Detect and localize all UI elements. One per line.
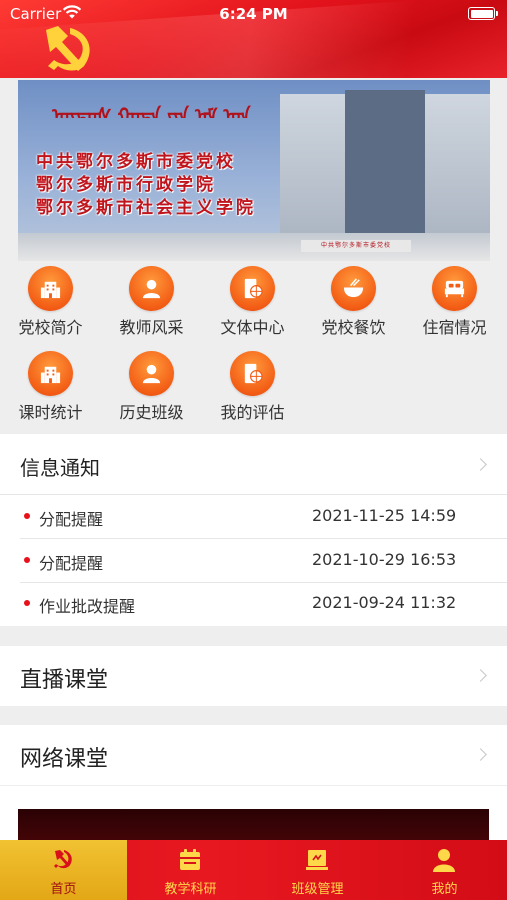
menu-item-label: 住宿情况	[422, 318, 487, 337]
bowl-icon	[331, 266, 376, 311]
info-notice-card: 信息通知 分配提醒 2021-11-25 14:59 分配提醒 2021-10-…	[0, 434, 507, 626]
menu-item-label: 党校餐饮	[321, 318, 386, 337]
class-board-icon	[306, 850, 328, 870]
tab-class-management[interactable]: 班级管理	[254, 840, 381, 900]
building-entrance	[345, 90, 425, 250]
battery-icon	[468, 7, 498, 20]
tab-bar: 首页 教学科研 班级管理 我的	[0, 840, 507, 900]
school-banner-image[interactable]: ᠣᠷᠳᠣᠰ ᠬᠣᠲᠠ ᠶᠢᠨ ᠨᠠᠮ ᠤᠨ 中共鄂尔多斯市委党校 鄂尔多斯市行政…	[18, 80, 490, 261]
menu-item-class-hours[interactable]: 课时统计	[0, 347, 101, 432]
party-emblem-icon	[46, 26, 90, 71]
user-icon	[433, 849, 455, 872]
bullet-dot	[24, 513, 30, 519]
menu-item-teachers[interactable]: 教师风采	[101, 262, 202, 347]
notice-title: 分配提醒	[39, 554, 104, 573]
tab-teaching-research[interactable]: 教学科研	[127, 840, 254, 900]
person-icon	[129, 351, 174, 396]
banner-line-3: 鄂尔多斯市社会主义学院	[36, 198, 256, 218]
party-emblem-icon	[54, 850, 72, 869]
tab-home[interactable]: 首页	[0, 840, 127, 900]
header-banner: Carrier 6:24 PM	[0, 0, 507, 78]
live-class-title: 直播课堂	[20, 668, 109, 693]
bullet-dot	[24, 600, 30, 606]
tab-label: 班级管理	[291, 882, 344, 897]
status-bar: Carrier 6:24 PM	[0, 0, 507, 28]
online-class-title: 网络课堂	[20, 747, 109, 772]
banner-mongolian-text: ᠣᠷᠳᠣᠰ ᠬᠣᠲᠠ ᠶᠢᠨ ᠨᠠᠮ ᠤᠨ	[52, 105, 251, 118]
clock: 6:24 PM	[219, 5, 288, 23]
tab-mine[interactable]: 我的	[381, 840, 507, 900]
notice-date: 2021-11-25 14:59	[312, 506, 457, 525]
menu-item-sports-center[interactable]: 文体中心	[202, 262, 303, 347]
tab-label: 首页	[50, 882, 77, 897]
banner-line-1: 中共鄂尔多斯市委党校	[36, 152, 236, 172]
info-section-title: 信息通知	[20, 456, 100, 480]
tab-label: 我的	[431, 882, 458, 897]
gate-sign: 中共鄂尔多斯市委党校	[301, 240, 411, 252]
menu-item-label: 文体中心	[220, 318, 285, 337]
notice-title: 作业批改提醒	[39, 597, 136, 616]
chevron-right-icon	[474, 748, 487, 761]
menu-item-dining[interactable]: 党校餐饮	[303, 262, 404, 347]
sports-center-icon	[230, 351, 275, 396]
ground	[18, 233, 490, 261]
menu-item-lodging[interactable]: 住宿情况	[404, 262, 505, 347]
notice-date: 2021-09-24 11:32	[312, 593, 457, 612]
menu-item-school-intro[interactable]: 党校简介	[0, 262, 101, 347]
menu-item-label: 课时统计	[18, 403, 83, 422]
menu-item-label: 教师风采	[119, 318, 184, 337]
menu-item-my-evaluation[interactable]: 我的评估	[202, 347, 303, 432]
banner-line-2: 鄂尔多斯市行政学院	[36, 175, 216, 195]
building-icon	[28, 266, 73, 311]
tab-label: 教学科研	[164, 882, 217, 897]
online-class-section[interactable]: 网络课堂	[0, 725, 507, 785]
bed-icon	[432, 266, 477, 311]
bullet-dot	[24, 557, 30, 563]
menu-item-history-class[interactable]: 历史班级	[101, 347, 202, 432]
sports-center-icon	[230, 266, 275, 311]
notice-title: 分配提醒	[39, 510, 104, 529]
menu-item-label: 我的评估	[220, 403, 285, 422]
notice-date: 2021-10-29 16:53	[312, 550, 457, 569]
person-icon	[129, 266, 174, 311]
notice-row[interactable]: 作业批改提醒 2021-09-24 11:32	[0, 582, 507, 626]
notice-row[interactable]: 分配提醒 2021-10-29 16:53	[0, 539, 507, 583]
notice-row[interactable]: 分配提醒 2021-11-25 14:59	[0, 495, 507, 539]
calendar-icon	[180, 849, 200, 870]
building-icon	[28, 351, 73, 396]
menu-item-label: 党校简介	[18, 318, 83, 337]
function-menu: 党校简介 教师风采 文体中心 党校餐饮 住宿情况 课时统计 历史班级 我的评估	[0, 262, 507, 432]
live-class-section[interactable]: 直播课堂	[0, 646, 507, 706]
chevron-right-icon	[474, 669, 487, 682]
menu-item-label: 历史班级	[119, 403, 184, 422]
chevron-right-icon[interactable]	[474, 458, 487, 471]
